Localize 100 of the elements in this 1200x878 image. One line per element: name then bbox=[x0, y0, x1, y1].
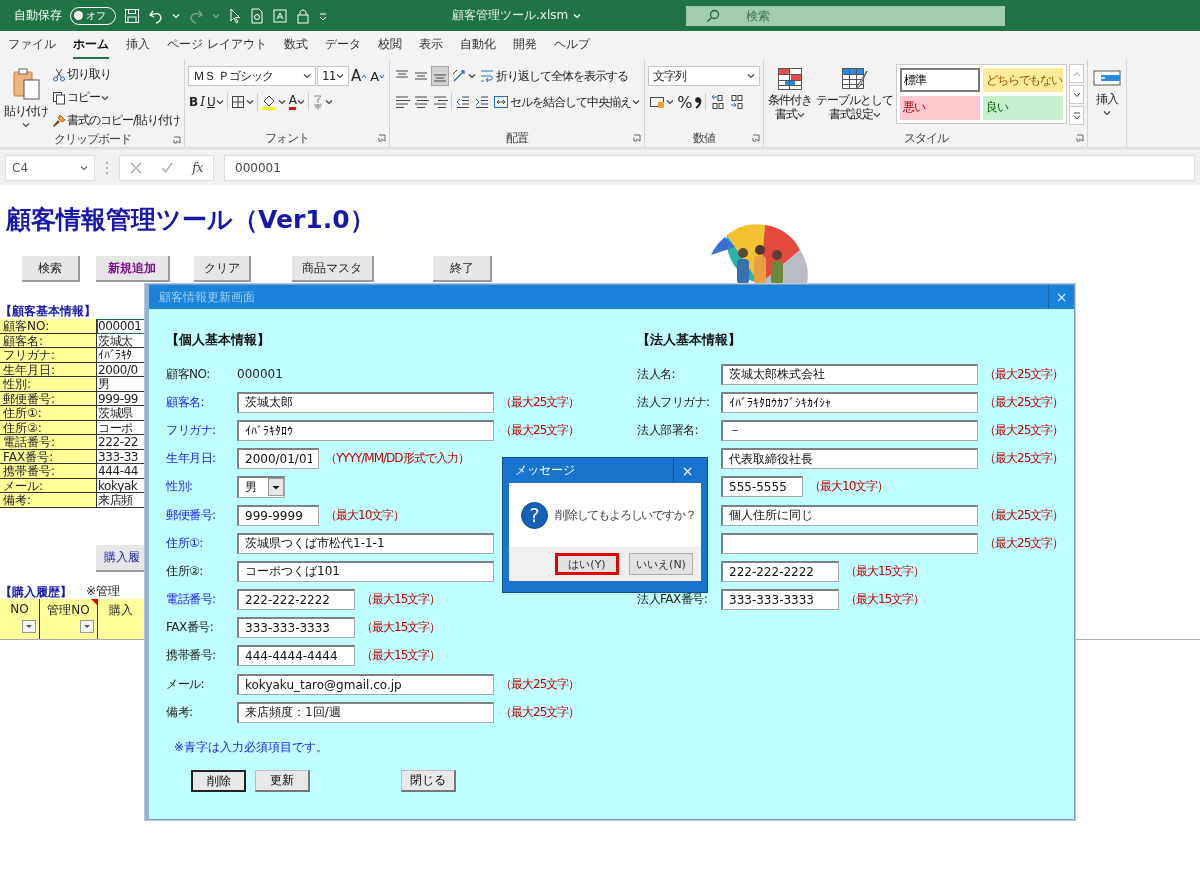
text-field[interactable]: コーポつくば101 bbox=[237, 560, 494, 582]
insert-function-button[interactable]: fx bbox=[192, 160, 204, 175]
formula-field[interactable]: 000001 bbox=[224, 154, 1195, 181]
ribbon-tab[interactable]: ヘルプ bbox=[553, 32, 590, 59]
dialog-button[interactable]: 削除 bbox=[191, 770, 246, 793]
format-painter-button[interactable]: 書式のコピー/貼り付け bbox=[51, 110, 182, 131]
align-bottom-button[interactable] bbox=[431, 66, 450, 86]
format-as-table-button[interactable]: テーブルとして 書式設定 bbox=[815, 64, 895, 129]
number-format-select[interactable]: 文字列 bbox=[648, 66, 761, 86]
hint-text: （最大25文字） bbox=[500, 421, 580, 439]
table-cell: 性別: bbox=[0, 377, 97, 392]
text-field[interactable]: ｲﾊﾞﾗｷﾀﾛｳ bbox=[237, 419, 494, 441]
launcher-icon[interactable] bbox=[173, 135, 182, 144]
grow-caret-icon bbox=[361, 73, 368, 79]
message-button[interactable]: はい(Y) bbox=[555, 553, 619, 575]
notice-text: ※青字は入力必須項目です。 bbox=[174, 739, 329, 757]
more-icon bbox=[1072, 111, 1081, 120]
text-field[interactable]: 555-5555 bbox=[721, 476, 803, 498]
caret-icon bbox=[296, 99, 305, 105]
merge-center-button[interactable]: セルを結合して中央揃え bbox=[492, 91, 642, 113]
clipboard-icon bbox=[11, 67, 41, 101]
cell-style-option[interactable]: 悪い bbox=[900, 95, 981, 120]
text-field[interactable]: 個人住所に同じ bbox=[721, 504, 978, 526]
filter-button[interactable] bbox=[22, 619, 36, 636]
sheet-button[interactable]: 検索 bbox=[22, 256, 80, 282]
text-field[interactable]: ｲﾊﾞﾗｷﾀﾛｳｶﾌﾞｼｷｶｲｼｬ bbox=[721, 391, 978, 413]
hint-text: （最大25文字） bbox=[984, 365, 1064, 383]
sheet-button[interactable]: 購入履 bbox=[96, 544, 145, 572]
percent-button[interactable]: % bbox=[676, 90, 693, 114]
insert-button[interactable]: 挿入 bbox=[1091, 64, 1124, 129]
font-name-select[interactable]: ＭＳ Ｐゴシック bbox=[188, 66, 317, 86]
dropdown-field[interactable]: 男 bbox=[237, 475, 285, 498]
ribbon-tab[interactable]: ファイル bbox=[8, 32, 56, 59]
ribbon-tab[interactable]: 校閲 bbox=[377, 32, 402, 59]
copy-button[interactable]: コピー bbox=[51, 87, 182, 108]
cell-style-option[interactable]: どちらでもない bbox=[983, 68, 1064, 92]
search-field[interactable]: 検索 bbox=[686, 5, 1005, 26]
text-field[interactable]: 222-222-2222 bbox=[721, 560, 839, 582]
name-box[interactable]: C4 bbox=[5, 154, 95, 181]
save-icon[interactable] bbox=[124, 7, 140, 24]
more-styles-button[interactable] bbox=[1069, 106, 1085, 125]
sheet-button[interactable]: 新規追加 bbox=[96, 256, 170, 282]
sheet-button[interactable]: 終了 bbox=[433, 256, 492, 282]
text-field[interactable]: 333-333-3333 bbox=[237, 617, 355, 639]
text-field[interactable]: 茨城県つくば市松代1-1-1 bbox=[237, 532, 494, 554]
table-cell: 電話番号: bbox=[0, 435, 97, 450]
document-icon[interactable] bbox=[250, 7, 264, 24]
caret-icon bbox=[468, 73, 477, 79]
hint-text: （最大25文字） bbox=[500, 393, 580, 411]
ribbon-tab[interactable]: データ bbox=[324, 32, 361, 59]
text-field[interactable]: kokyaku_taro@gmail.co.jp bbox=[237, 673, 494, 695]
launcher-icon[interactable] bbox=[1076, 134, 1085, 142]
text-field[interactable]: 来店頻度：1回/週 bbox=[237, 701, 494, 723]
underline-button[interactable]: U bbox=[205, 93, 225, 111]
ribbon-tab[interactable]: 数式 bbox=[283, 32, 308, 59]
dialog-button[interactable]: 更新 bbox=[255, 770, 310, 793]
filter-button[interactable] bbox=[80, 619, 94, 636]
borders-button[interactable] bbox=[229, 93, 255, 111]
launcher-icon[interactable] bbox=[752, 134, 761, 142]
text-field[interactable]: － bbox=[721, 419, 978, 441]
cut-button[interactable]: 切り取り bbox=[51, 64, 182, 85]
message-button[interactable]: いいえ(N) bbox=[629, 553, 693, 575]
field-label: 顧客NO: bbox=[166, 365, 211, 383]
window-title: 顧客管理ツール.xlsm bbox=[452, 7, 569, 24]
text-field[interactable]: 333-333-3333 bbox=[721, 589, 839, 611]
font-shrink-button[interactable]: A bbox=[369, 66, 387, 86]
text-field[interactable]: 茨城太郎 bbox=[237, 391, 494, 413]
ribbon-tab[interactable]: 自動化 bbox=[459, 32, 496, 59]
launcher-icon[interactable] bbox=[378, 134, 387, 142]
ribbon-tab[interactable]: 挿入 bbox=[126, 32, 150, 59]
paste-button[interactable]: 貼り付け bbox=[3, 64, 49, 131]
lock-icon[interactable] bbox=[296, 7, 310, 24]
font-color-button[interactable]: A bbox=[287, 92, 306, 112]
italic-button[interactable]: I bbox=[199, 93, 205, 111]
customize-icon[interactable] bbox=[318, 10, 328, 21]
sheet-button[interactable]: クリア bbox=[194, 256, 251, 282]
sheet-button[interactable]: 商品マスタ bbox=[292, 256, 374, 282]
cursor-icon[interactable] bbox=[228, 7, 242, 24]
text-field[interactable]: 444-4444-4444 bbox=[237, 645, 355, 667]
cell-style-option[interactable]: 標準 bbox=[900, 68, 981, 92]
section-heading: 【個人基本情報】 bbox=[166, 331, 271, 349]
ribbon-tab[interactable]: ページ レイアウト bbox=[167, 32, 267, 59]
dialog-title: 顧客情報更新画面 bbox=[159, 288, 255, 306]
cell-style-option[interactable]: 良い bbox=[983, 95, 1064, 120]
dialog-button[interactable]: 閉じる bbox=[401, 770, 456, 793]
ribbon-tab[interactable]: 開発 bbox=[512, 32, 537, 59]
text-field[interactable] bbox=[721, 532, 978, 554]
launcher-icon[interactable] bbox=[633, 134, 642, 142]
indent-increase-icon bbox=[474, 94, 491, 110]
text-field[interactable]: 代表取締役社長 bbox=[721, 448, 978, 470]
ribbon-tab[interactable]: 表示 bbox=[418, 32, 443, 59]
conditional-formatting-button[interactable]: 条件付き 書式 bbox=[767, 64, 814, 129]
frame-icon[interactable] bbox=[272, 7, 288, 24]
wrap-text-button[interactable]: 折り返して全体を表示する bbox=[478, 65, 630, 87]
font-size-select[interactable]: 11 bbox=[317, 66, 350, 86]
bold-button[interactable]: B bbox=[188, 93, 199, 111]
text-field[interactable]: 222-222-2222 bbox=[237, 589, 355, 611]
font-grow-button[interactable]: A bbox=[350, 65, 369, 87]
text-field[interactable]: 茨城太郎株式会社 bbox=[721, 363, 978, 385]
text-field[interactable]: 999-9999 bbox=[237, 504, 319, 526]
